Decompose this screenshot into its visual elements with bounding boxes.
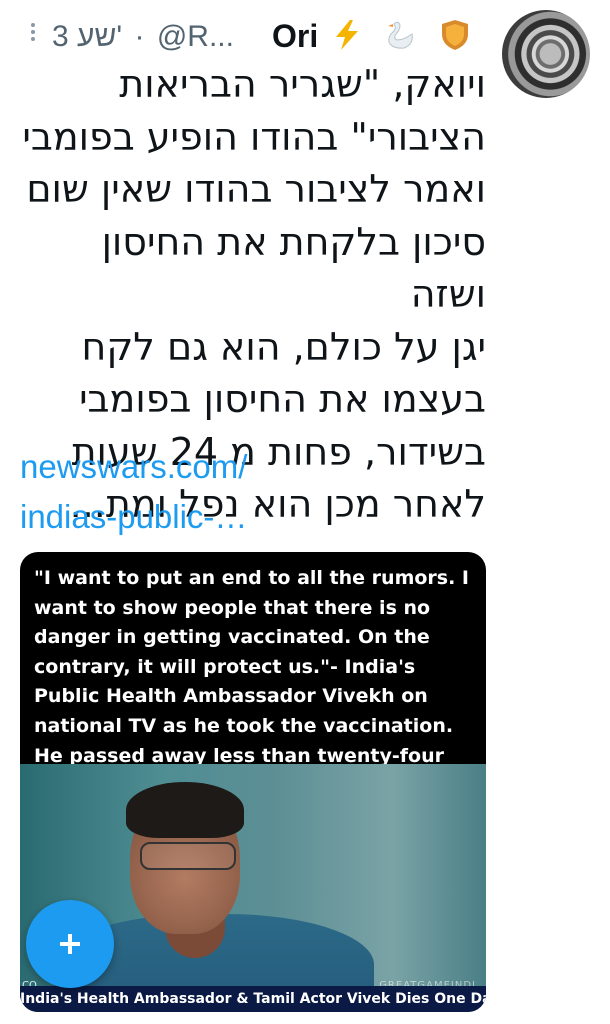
swan-emoji-icon xyxy=(388,21,413,49)
tweet-link-line2[interactable]: indias-public-… xyxy=(20,498,420,536)
tweet[interactable]: 3 שע' · @R... Ori ויואק, "שגריר הבריאות … xyxy=(0,0,610,1024)
author-handle[interactable]: @R... xyxy=(157,20,234,53)
person-glasses xyxy=(140,842,236,870)
tweet-body-line: ויואק, "שגריר הבריאות xyxy=(119,62,486,106)
compose-tweet-button[interactable] xyxy=(26,900,114,988)
timestamp[interactable]: 3 שע' xyxy=(52,20,122,53)
tweet-body-line: הציבורי" בהודו הופיע בפומבי xyxy=(22,114,486,159)
media-caption-bar: India's Health Ambassador & Tamil Actor … xyxy=(20,986,486,1012)
author-name[interactable]: Ori xyxy=(272,18,318,55)
tweet-body-line: בעצמו את החיסון בפומבי xyxy=(79,377,486,421)
tweet-body-line: ואמר לציבור בהודו שאין שום xyxy=(26,167,486,211)
tweet-link-line1[interactable]: newswars.com/ xyxy=(20,448,420,486)
author-avatar[interactable] xyxy=(502,10,590,98)
lightning-emoji-icon xyxy=(336,20,358,50)
meta-separator: · xyxy=(134,20,145,53)
more-options-icon[interactable] xyxy=(28,20,38,46)
shield-emoji-icon xyxy=(442,20,468,50)
tweet-meta: 3 שע' · @R... xyxy=(52,20,238,54)
tweet-body-line: סיכון בלקחת את החיסון ושזה xyxy=(101,219,486,317)
tweet-header: 3 שע' · @R... Ori xyxy=(0,14,498,54)
tweet-body-line: יגן על כולם, הוא גם לקח xyxy=(81,324,486,369)
person-hair xyxy=(126,782,244,838)
